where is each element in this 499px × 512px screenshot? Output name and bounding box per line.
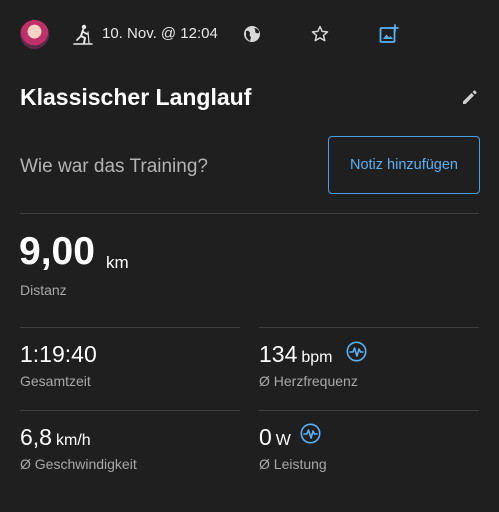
speed-unit: km/h	[55, 432, 91, 449]
activity-date: 10. Nov. @ 12:04	[102, 25, 218, 42]
edit-pencil-icon[interactable]	[460, 88, 479, 107]
add-note-button[interactable]: Notiz hinzufügen	[328, 136, 480, 194]
top-bar: 10. Nov. @ 12:04	[0, 0, 499, 70]
cross-country-ski-icon	[73, 24, 93, 45]
total-time-number: 1:19:40	[20, 341, 97, 367]
distance-label: Distanz	[20, 282, 67, 298]
divider	[259, 410, 479, 411]
add-photo-icon[interactable]	[379, 24, 399, 44]
heart-rate-chart-icon[interactable]	[346, 341, 367, 362]
power-chart-icon[interactable]	[300, 423, 321, 444]
speed-number: 6,8	[20, 424, 52, 450]
divider	[20, 213, 479, 214]
activity-title: Klassischer Langlauf	[20, 84, 252, 110]
distance-unit: km	[106, 253, 129, 272]
heart-rate-unit: bpm	[301, 349, 333, 366]
heart-rate-label: Ø Herzfrequenz	[259, 373, 358, 389]
divider	[20, 410, 240, 411]
total-time-value: 1:19:40	[20, 341, 97, 368]
training-feedback-prompt: Wie war das Training?	[20, 156, 208, 177]
divider	[259, 327, 479, 328]
heart-rate-value: 134 bpm	[259, 341, 333, 368]
avatar[interactable]	[20, 20, 49, 49]
power-unit: W	[275, 432, 291, 449]
speed-label: Ø Geschwindigkeit	[20, 456, 137, 472]
star-icon[interactable]	[311, 25, 329, 43]
power-value: 0W	[259, 424, 291, 451]
power-label: Ø Leistung	[259, 456, 327, 472]
total-time-label: Gesamtzeit	[20, 373, 91, 389]
globe-icon[interactable]	[243, 25, 261, 43]
distance-value: 9,00	[19, 230, 95, 273]
power-number: 0	[259, 424, 272, 450]
heart-rate-number: 134	[259, 341, 298, 367]
speed-value: 6,8 km/h	[20, 424, 91, 451]
divider	[20, 327, 240, 328]
